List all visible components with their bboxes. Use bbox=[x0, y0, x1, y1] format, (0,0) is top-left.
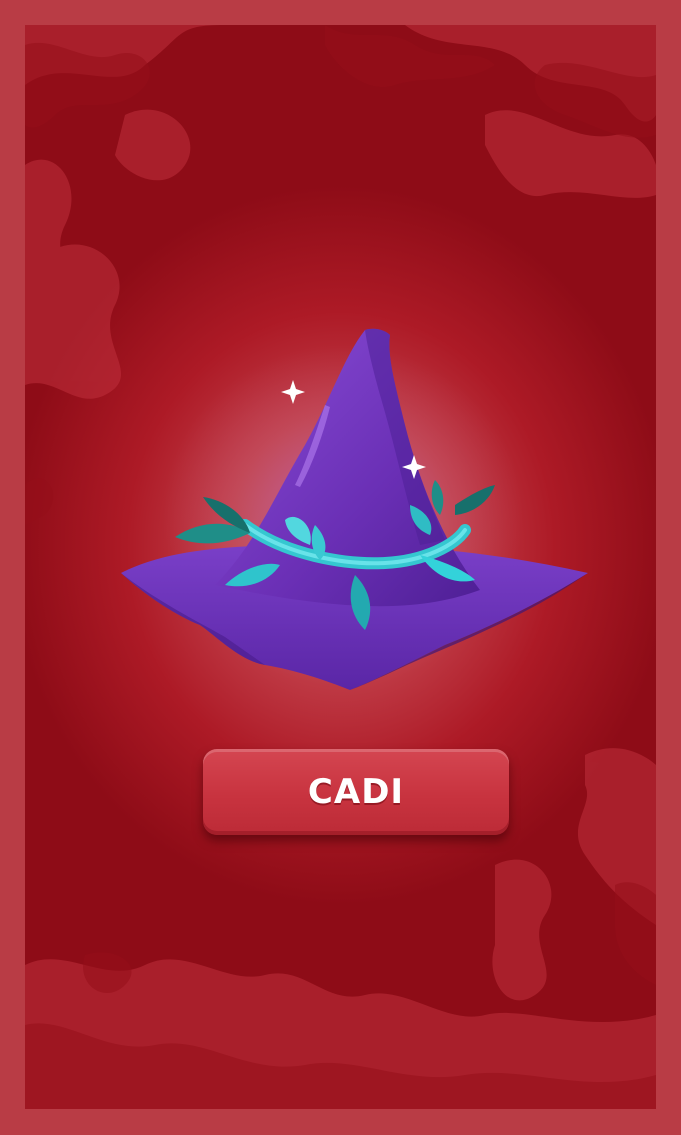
witch-hat-icon bbox=[121, 328, 588, 690]
item-name-button[interactable]: CADI bbox=[203, 749, 509, 835]
card-frame: CADI bbox=[0, 0, 681, 1135]
card-panel: CADI bbox=[25, 25, 656, 1109]
item-name-label: CADI bbox=[307, 772, 405, 812]
